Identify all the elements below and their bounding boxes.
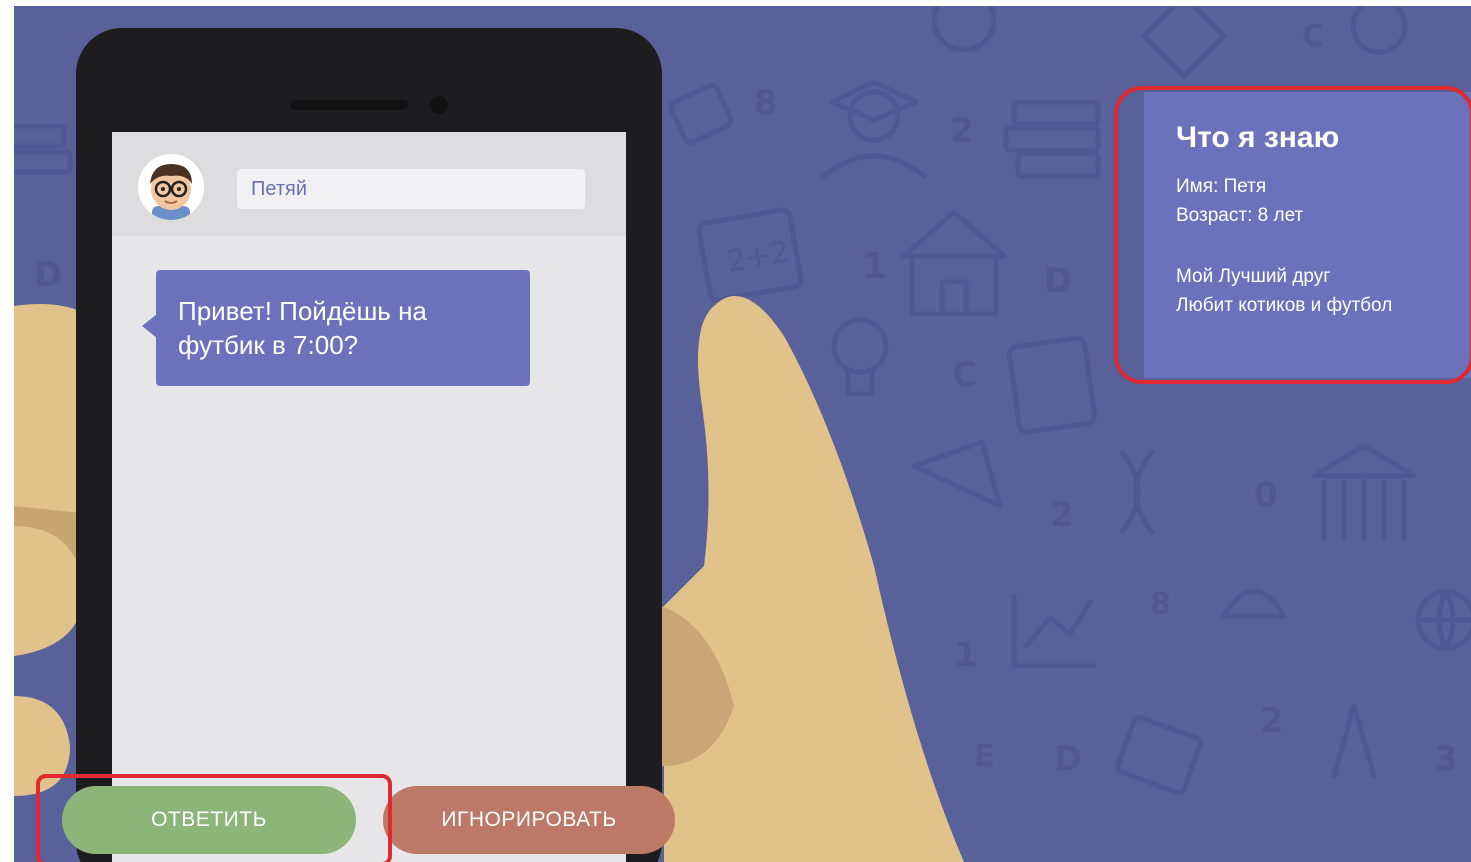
phone-speaker <box>290 100 408 110</box>
contact-name-field[interactable] <box>237 169 585 209</box>
phone-camera <box>430 96 448 114</box>
knowledge-panel-highlight-frame <box>1114 86 1471 384</box>
chat-screen: Привет! Пойдёшь на футбик в 7:00? <box>112 132 626 862</box>
game-scene: 2+2 8 2 1 D C 2 0 1 8 D 2 3 D C E Петяй … <box>14 6 1471 862</box>
boy-avatar-icon <box>138 154 204 220</box>
chat-header <box>112 132 626 236</box>
message-bubble-tail <box>142 314 157 338</box>
ignore-button[interactable]: ИГНОРИРОВАТЬ <box>383 786 675 854</box>
incoming-message: Привет! Пойдёшь на футбик в 7:00? <box>156 270 530 386</box>
phone: Привет! Пойдёшь на футбик в 7:00? <box>76 28 662 862</box>
reply-highlight-frame <box>36 774 392 862</box>
